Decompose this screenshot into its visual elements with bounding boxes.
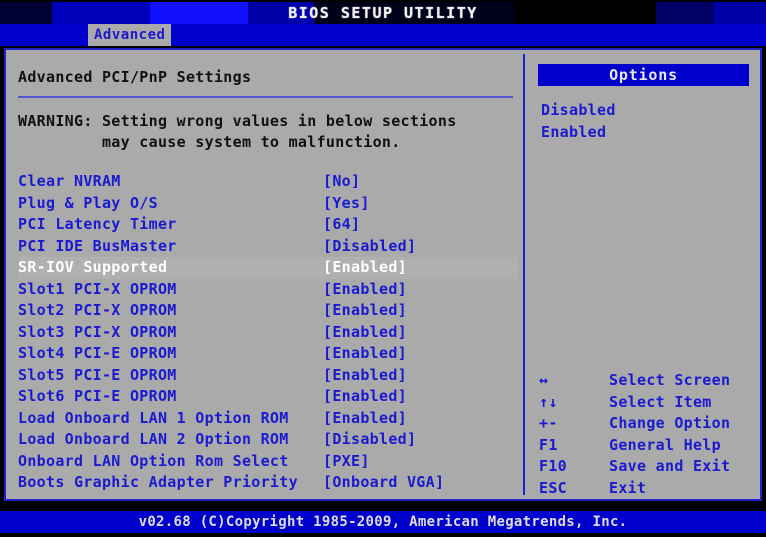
setting-row[interactable]: Clear NVRAM [No] [18,171,518,193]
setting-value[interactable]: [Yes] [323,193,370,215]
setting-row[interactable]: Load Onboard LAN 2 Option ROM [Disabled] [18,429,518,451]
nav-help-action: General Help [609,435,721,457]
setting-value[interactable]: [Enabled] [323,279,407,301]
settings-column: Advanced PCI/PnP Settings WARNING: Setti… [18,68,518,494]
nav-help-row: ↔ Select Screen [539,370,754,392]
setting-value[interactable]: [PXE] [323,451,370,473]
warning-line-1: WARNING: Setting wrong values in below s… [18,112,457,130]
setting-label: Slot1 PCI-X OPROM [18,279,177,301]
setting-label: Load Onboard LAN 1 Option ROM [18,408,289,430]
nav-help-key: ESC [539,478,601,500]
setting-row[interactable]: PCI IDE BusMaster [Disabled] [18,236,518,258]
setting-label: Clear NVRAM [18,171,121,193]
option-item[interactable]: Enabled [541,122,616,144]
setting-row[interactable]: Slot1 PCI-X OPROM [Enabled] [18,279,518,301]
setting-value[interactable]: [Enabled] [323,343,407,365]
title-separator [18,96,513,98]
setting-row[interactable]: Boots Graphic Adapter Priority [Onboard V… [18,472,518,494]
setting-label: Boots Graphic Adapter Priority [18,472,298,494]
setting-value[interactable]: [Enabled] [323,386,407,408]
setting-value[interactable]: [Enabled] [323,257,407,279]
nav-help-row: ↑↓ Select Item [539,392,754,414]
warning-text: WARNING: Setting wrong values in below s… [18,111,518,153]
nav-help-action: Change Option [609,413,730,435]
menu-bar[interactable]: Advanced [0,24,766,46]
warning-line-2: may cause system to malfunction. [18,133,401,151]
nav-help-action: Save and Exit [609,456,730,478]
setting-label: PCI IDE BusMaster [18,236,177,258]
bios-setup-screen: BIOS SETUP UTILITY Advanced Advanced PCI… [0,0,766,537]
title-bar: BIOS SETUP UTILITY [0,2,766,24]
page-title: Advanced PCI/PnP Settings [18,68,518,86]
setting-value[interactable]: [No] [323,171,360,193]
setting-value[interactable]: [Enabled] [323,300,407,322]
setting-row[interactable]: Slot3 PCI-X OPROM [Enabled] [18,322,518,344]
footer-bar: v02.68 (C)Copyright 1985-2009, American … [0,511,766,533]
setting-label: Onboard LAN Option Rom Select [18,451,289,473]
setting-label: PCI Latency Timer [18,214,177,236]
nav-help-legend: ↔ Select Screen ↑↓ Select Item +- Change Opti… [539,370,754,499]
setting-row[interactable]: Slot2 PCI-X OPROM [Enabled] [18,300,518,322]
nav-help-row: F10 Save and Exit [539,456,754,478]
nav-help-key: +- [539,413,601,435]
panel-divider [523,54,525,495]
setting-row[interactable]: Plug & Play O/S [Yes] [18,193,518,215]
setting-value[interactable]: [Enabled] [323,322,407,344]
setting-value[interactable]: [Enabled] [323,365,407,387]
nav-help-action: Select Item [609,392,712,414]
window-title: BIOS SETUP UTILITY [0,2,766,24]
nav-help-key: F10 [539,456,601,478]
nav-help-row: F1 General Help [539,435,754,457]
setting-row[interactable]: Load Onboard LAN 1 Option ROM [Enabled] [18,408,518,430]
setting-label: Plug & Play O/S [18,193,158,215]
setting-row[interactable]: Slot6 PCI-E OPROM [Enabled] [18,386,518,408]
setting-label: Slot4 PCI-E OPROM [18,343,177,365]
setting-value[interactable]: [Disabled] [323,429,416,451]
content-panel: Advanced PCI/PnP Settings WARNING: Setti… [4,48,762,501]
setting-row[interactable]: Slot5 PCI-E OPROM [Enabled] [18,365,518,387]
setting-value[interactable]: [64] [323,214,360,236]
setting-row[interactable]: Slot4 PCI-E OPROM [Enabled] [18,343,518,365]
setting-value[interactable]: [Enabled] [323,408,407,430]
option-item[interactable]: Disabled [541,100,616,122]
setting-value[interactable]: [Disabled] [323,236,416,258]
setting-value[interactable]: [Onboard VGA] [323,472,444,494]
setting-label: Slot5 PCI-E OPROM [18,365,177,387]
tab-advanced[interactable]: Advanced [88,24,171,46]
setting-row[interactable]: SR-IOV Supported [Enabled] [18,257,518,279]
nav-help-key: ↑↓ [539,392,601,414]
setting-row[interactable]: PCI Latency Timer [64] [18,214,518,236]
nav-help-action: Exit [609,478,646,500]
setting-label: Slot3 PCI-X OPROM [18,322,177,344]
settings-list: Clear NVRAM[No]Plug & Play O/S[Yes]PCI L… [18,171,518,494]
nav-help-action: Select Screen [609,370,730,392]
setting-row[interactable]: Onboard LAN Option Rom Select [PXE] [18,451,518,473]
options-header: Options [538,64,749,86]
setting-label: Slot2 PCI-X OPROM [18,300,177,322]
nav-help-key: F1 [539,435,601,457]
setting-label: SR-IOV Supported [18,257,167,279]
options-list: DisabledEnabled [541,100,616,143]
nav-help-row: +- Change Option [539,413,754,435]
nav-help-key: ↔ [539,370,601,392]
setting-label: Load Onboard LAN 2 Option ROM [18,429,289,451]
nav-help-row: ESC Exit [539,478,754,500]
setting-label: Slot6 PCI-E OPROM [18,386,177,408]
